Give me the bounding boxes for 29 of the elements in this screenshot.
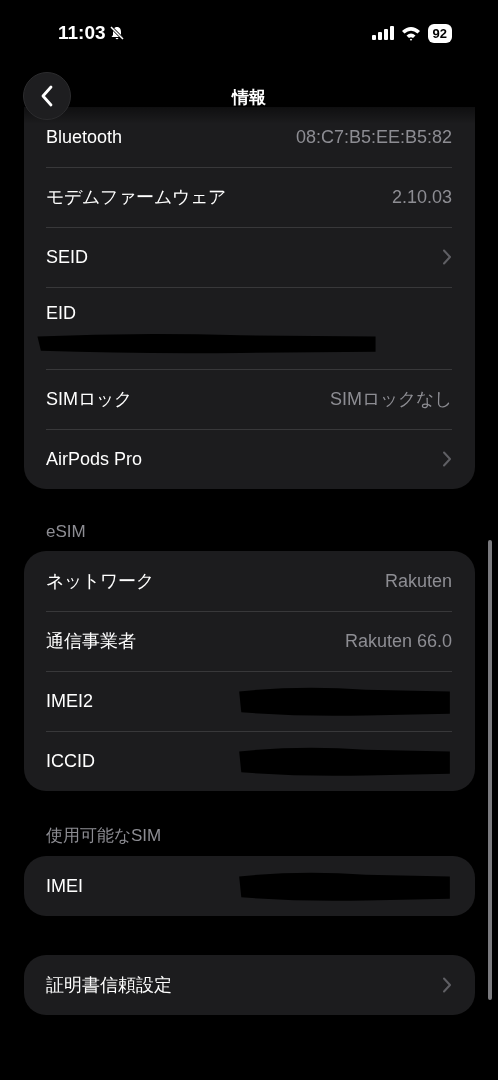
row-label: ネットワーク	[46, 570, 154, 593]
row-value: Rakuten 66.0	[344, 630, 452, 652]
row-label: EID	[46, 302, 76, 324]
back-button[interactable]	[23, 72, 71, 120]
row-label: 通信事業者	[46, 630, 136, 653]
row-value: Rakuten	[384, 570, 452, 592]
battery-level: 92	[427, 23, 452, 43]
chevron-icon	[442, 977, 452, 993]
settings-row[interactable]: AirPods Pro	[24, 429, 475, 489]
chevron-icon	[442, 451, 452, 467]
section-header: 使用可能なSIM	[45, 825, 163, 847]
row-value: 08:C7:B5:EE:B5:82	[295, 126, 452, 148]
row-label: ICCID	[46, 750, 95, 772]
settings-row[interactable]: SEID	[24, 227, 475, 287]
row-label: IMEI2	[46, 690, 93, 712]
row-value: 2.10.03	[391, 186, 452, 208]
section-header: eSIM	[45, 521, 87, 543]
signal-icon	[371, 26, 394, 40]
nav-title: 情報	[230, 87, 267, 109]
row-label: SIMロック	[46, 388, 132, 411]
row-label: モデムファームウェア	[46, 186, 226, 209]
row-label: Bluetooth	[46, 126, 123, 148]
chevron-icon	[442, 249, 452, 265]
row-label: IMEI	[46, 875, 83, 897]
status-time: 11:03	[58, 22, 106, 44]
row-value: SIMロックなし	[330, 388, 452, 411]
settings-row[interactable]: 証明書信頼設定	[24, 955, 475, 1015]
back-icon	[40, 85, 54, 107]
wifi-icon	[400, 25, 421, 41]
